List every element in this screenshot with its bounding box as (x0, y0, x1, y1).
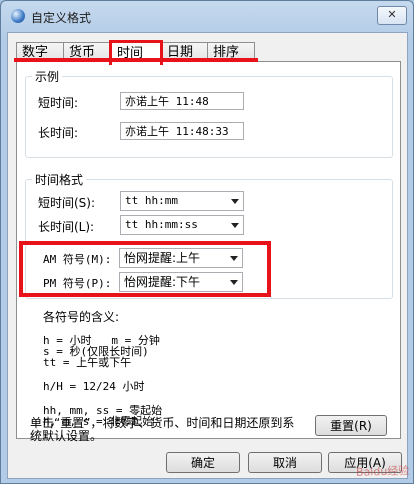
am-symbol-label: AM 符号(M): (43, 253, 112, 266)
long-time-combo[interactable]: tt hh:mm:ss (120, 215, 244, 235)
long-time-label: 长时间(L): (38, 220, 95, 234)
am-symbol-combo[interactable]: 怡网提醒:上午 (119, 248, 243, 268)
chevron-down-icon (231, 223, 239, 228)
pm-symbol-label: PM 符号(P): (43, 277, 112, 290)
legend-line: h/H = 12/24 小时 (43, 380, 145, 393)
legend-line: tt = 上午或下午 (43, 356, 132, 369)
long-time-value: tt hh:mm:ss (125, 218, 198, 231)
short-time-value: tt hh:mm (125, 194, 178, 207)
chevron-down-icon (231, 199, 239, 204)
example-long-value: 亦诺上午 11:48:33 (120, 122, 244, 140)
watermark: Baidu经验 (355, 464, 410, 479)
window-title: 自定义格式 (31, 11, 92, 25)
dialog-body: 数字 货币 时间 日期 排序 示例 短时间: 亦诺上午 11:48 长时间: 亦… (7, 32, 408, 479)
dialog-window: 自定义格式 ✕ 数字 货币 时间 日期 排序 示例 短时间: 亦诺上午 11:4… (0, 0, 414, 484)
example-group: 示例 短时间: 亦诺上午 11:48 长时间: 亦诺上午 11:48:33 (25, 68, 393, 158)
legend-title: 各符号的含义: (43, 310, 120, 324)
example-long-label: 长时间: (38, 126, 79, 140)
chevron-down-icon (230, 256, 238, 261)
short-time-combo[interactable]: tt hh:mm (120, 191, 244, 211)
cancel-button[interactable]: 取消 (248, 452, 322, 473)
title-bar[interactable]: 自定义格式 ✕ (1, 1, 413, 31)
am-symbol-value: 怡网提醒:上午 (124, 251, 201, 265)
ok-button[interactable]: 确定 (166, 452, 240, 473)
pm-symbol-combo[interactable]: 怡网提醒:下午 (119, 272, 243, 292)
reset-button[interactable]: 重置(R) (315, 415, 387, 436)
globe-icon (11, 9, 25, 23)
example-short-label: 短时间: (38, 96, 79, 110)
highlight-underline (14, 58, 258, 62)
example-group-title: 示例 (32, 68, 63, 85)
example-short-value: 亦诺上午 11:48 (120, 92, 244, 110)
chevron-down-icon (230, 280, 238, 285)
pm-symbol-value: 怡网提醒:下午 (124, 275, 201, 289)
short-time-label: 短时间(S): (38, 196, 96, 210)
close-button[interactable]: ✕ (377, 6, 407, 25)
reset-description-line2: 统默认设置。 (30, 429, 103, 443)
time-format-group-title: 时间格式 (32, 171, 87, 188)
time-tab-panel: 示例 短时间: 亦诺上午 11:48 长时间: 亦诺上午 11:48:33 时间… (16, 61, 401, 439)
